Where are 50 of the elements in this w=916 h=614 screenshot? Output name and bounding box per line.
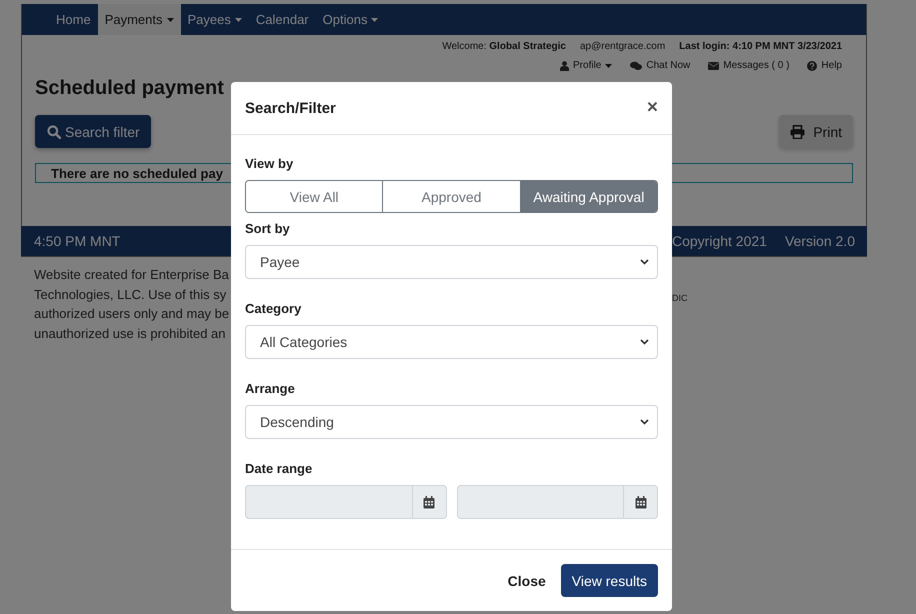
notice-text: There are no scheduled pay [51,166,223,181]
select-field[interactable]: All Categories [245,325,658,359]
user-icon [560,60,570,70]
help-icon [807,60,818,70]
version-text: Version 2.0 [784,233,855,249]
chevron-icon [640,419,649,425]
calendar-icon [423,496,435,508]
welcome-text: Welcome: Global Strategic [442,41,566,52]
search-filter-button[interactable]: Search filter [35,115,151,148]
nav-item[interactable]: Calendar [248,4,316,35]
view-toggle-button[interactable]: Awaiting Approval [520,181,657,212]
nav-item[interactable]: Payees [180,4,249,35]
page-title: Scheduled payment [35,77,225,100]
search-icon [47,124,61,138]
chevron-icon [640,339,649,345]
email-text: ap@rentgrace.com [580,41,666,52]
field-label: Arrange [245,381,296,396]
last-login-text: Last login: 4:10 PM MNT 3/23/2021 [679,41,842,52]
header-link[interactable]: Profile [560,60,612,71]
calendar-button[interactable] [412,485,446,519]
chat-icon [630,60,642,70]
dialog-title: Search/Filter [245,100,336,116]
close-link[interactable]: Close [508,572,546,588]
header-link[interactable]: Messages ( 0 ) [708,60,790,71]
print-button[interactable]: Print [779,115,853,148]
nav-item[interactable]: Options [316,4,386,35]
select-field[interactable]: Descending [245,405,658,439]
field-label: Sort by [245,221,291,236]
calendar-icon [634,496,646,508]
nav-item[interactable]: Home [49,4,98,35]
chevron-icon [640,259,649,265]
nav-item[interactable]: Payments [98,4,180,35]
disclaimer-text: unauthorized use is prohibited an [34,324,227,343]
disclaimer-text: authorized users only and may be [34,305,230,323]
field-label: View by [245,156,294,171]
field-label: Date range [245,461,314,476]
envelope-icon [708,62,720,70]
calendar-button[interactable] [624,485,658,519]
header-link[interactable]: Help [807,60,842,71]
disclaimer-text: Technologies, LLC. Use of this sy [34,286,228,304]
time-text: 4:50 PM MNT [34,233,120,249]
disclaimer-text: DIC [672,292,688,304]
disclaimer-text: Website created for Enterprise Ba [34,266,230,284]
copyright-text: Copyright 2021 [672,233,767,249]
select-field[interactable]: Payee [245,245,658,279]
close-button[interactable]: × [646,97,658,119]
view-results-button[interactable]: View results [560,564,658,597]
printer-icon [790,124,806,138]
header-link[interactable]: Chat Now [630,60,690,71]
field-label: Category [245,301,302,316]
